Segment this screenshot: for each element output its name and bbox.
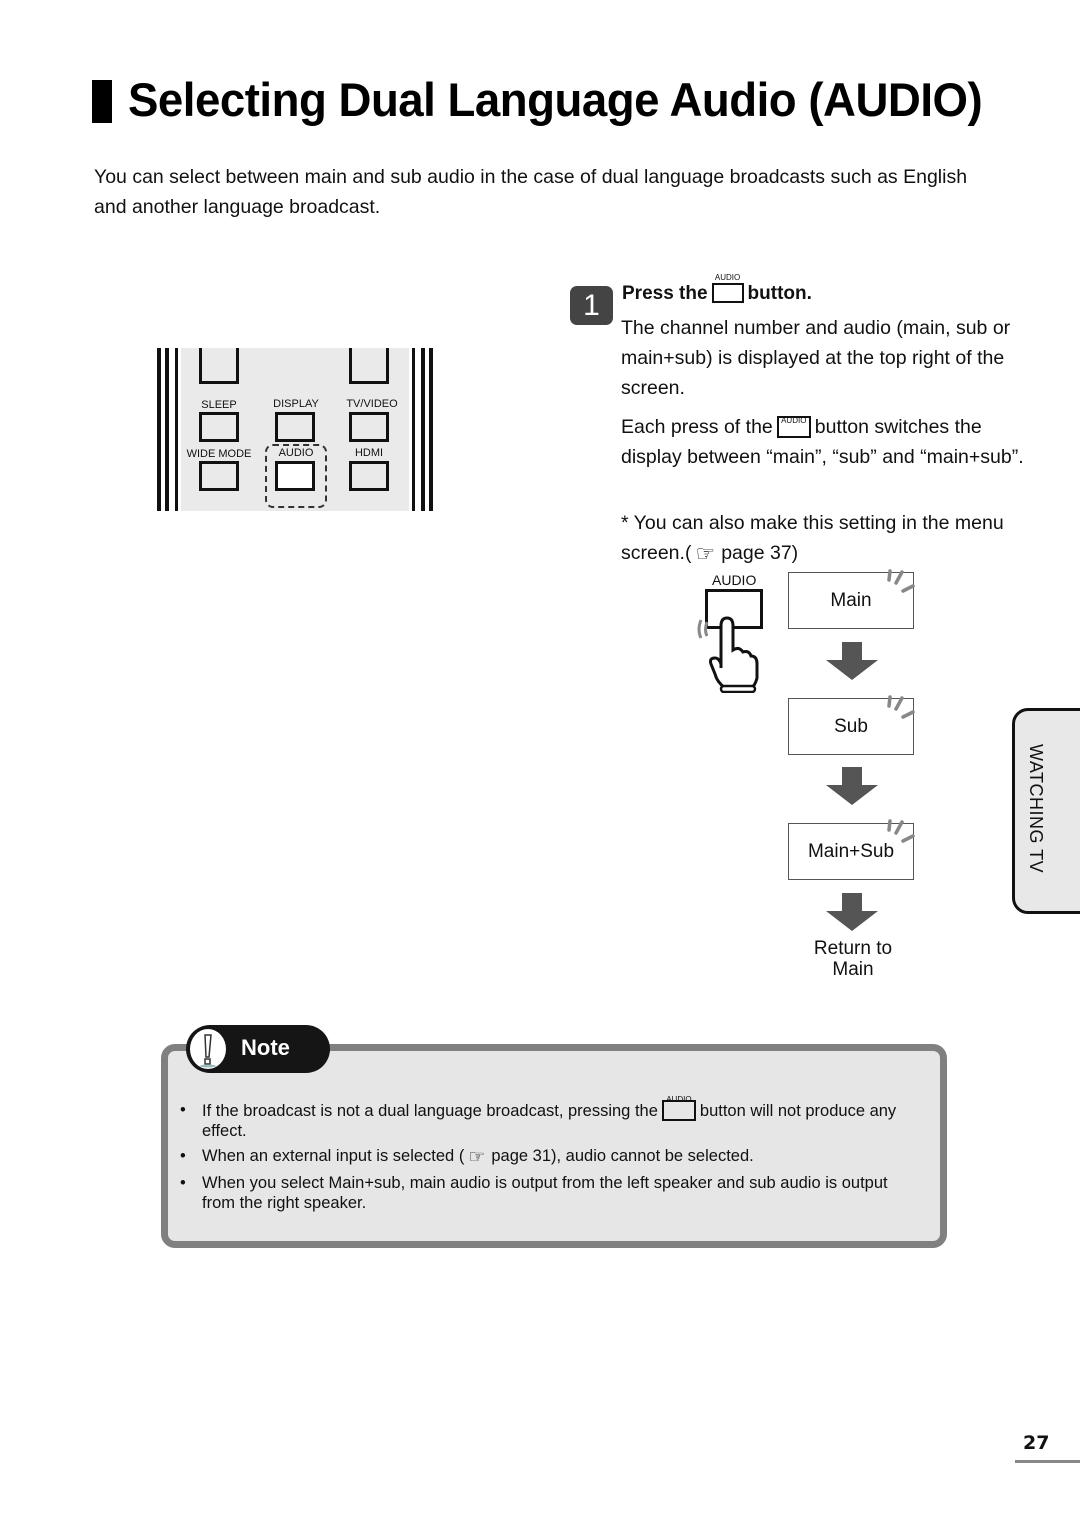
section-tab[interactable] [1012, 708, 1080, 914]
bullet: • [180, 1147, 186, 1165]
bullet: • [180, 1174, 186, 1192]
step-heading: Press the AUDIO button. [622, 273, 812, 305]
audio-button-caption: AUDIO [714, 273, 741, 282]
step-paragraph-3-text: * You can also make this setting in the … [621, 512, 1004, 564]
remote-edge [412, 348, 415, 511]
page-number: 27 [1023, 1432, 1050, 1454]
note-item-text: When an external input is selected ( [202, 1147, 465, 1165]
remote-edge [165, 348, 169, 511]
audio-button-caption: AUDIO [666, 1095, 692, 1104]
remote-edge [157, 348, 161, 511]
step-heading-text: button. [747, 283, 812, 304]
hand-pointer-icon: ☞ [695, 541, 716, 566]
section-tab-label: WATCHING TV [1026, 744, 1046, 874]
remote-button-top-right [349, 348, 389, 384]
remote-edge [429, 348, 433, 511]
sparkle-icon [887, 819, 915, 843]
step-paragraph-2-text: Each press of the [621, 416, 773, 438]
remote-button-display [275, 412, 315, 442]
down-arrow-icon [826, 767, 878, 805]
note-item: • If the broadcast is not a dual languag… [180, 1095, 920, 1141]
flow-return-label: Return to Main [790, 938, 916, 980]
remote-label-sleep: SLEEP [201, 399, 237, 411]
title-marker [92, 80, 112, 123]
remote-label-display: DISPLAY [273, 398, 319, 410]
down-arrow-icon [826, 893, 878, 931]
audio-button-icon: AUDIO [776, 416, 811, 438]
step-paragraph-3: * You can also make this setting in the … [621, 508, 1031, 569]
bullet: • [180, 1101, 186, 1119]
note-label: Note [241, 1035, 290, 1060]
step-heading-text: Press the [622, 283, 708, 304]
page-reference-link[interactable]: page 37) [721, 542, 798, 564]
note-item: • When an external input is selected (☞ p… [180, 1146, 920, 1168]
audio-button-icon: AUDIO [661, 1095, 696, 1121]
remote-button-sleep [199, 412, 239, 442]
step-paragraph-1: The channel number and audio (main, sub … [621, 317, 1011, 399]
remote-label-wide-mode: WIDE MODE [186, 448, 252, 460]
remote-label-hdmi: HDMI [354, 447, 384, 459]
note-item-text: When you select Main+sub, main audio is … [202, 1174, 888, 1212]
remote-illustration: SLEEP DISPLAY TV/VIDEO WIDE MODE AUDIO H… [157, 348, 433, 511]
page-number-rule [1015, 1460, 1080, 1463]
exclamation-glyph [200, 1034, 216, 1068]
down-arrow-icon [826, 642, 878, 680]
flow-return-line: Main [832, 959, 874, 980]
audio-button-caption: AUDIO [781, 416, 807, 425]
remote-label-tv-video: TV/VIDEO [346, 398, 398, 410]
note-list: • If the broadcast is not a dual languag… [180, 1095, 920, 1218]
remote-edge [421, 348, 425, 511]
note-item: • When you select Main+sub, main audio i… [180, 1173, 920, 1213]
pressing-hand-icon [697, 616, 759, 693]
remote-button-hdmi [349, 461, 389, 491]
audio-button-icon: AUDIO [711, 273, 744, 303]
step-paragraph-2: Each press of the AUDIO button switches th… [621, 412, 1031, 472]
flow-return-line: Return to [813, 938, 893, 959]
intro-paragraph: You can select between main and sub audi… [94, 166, 968, 218]
exclamation-icon [188, 1027, 228, 1071]
step-number-badge: 1 [570, 286, 613, 325]
sparkle-icon [887, 569, 915, 593]
remote-button-top-left [199, 348, 239, 384]
page-title: Selecting Dual Language Audio (AUDIO) [128, 73, 983, 126]
remote-button-wide-mode [199, 461, 239, 491]
sparkle-icon [887, 695, 915, 719]
flow-audio-caption: AUDIO [712, 572, 757, 588]
remote-edge [175, 348, 178, 511]
hand-pointer-icon: ☞ [468, 1147, 486, 1168]
audio-button-highlight [265, 444, 327, 508]
page-reference-link[interactable]: page 31), audio cannot be selected. [491, 1147, 753, 1165]
note-item-text: If the broadcast is not a dual language … [202, 1102, 658, 1120]
remote-button-tv-video [349, 412, 389, 442]
